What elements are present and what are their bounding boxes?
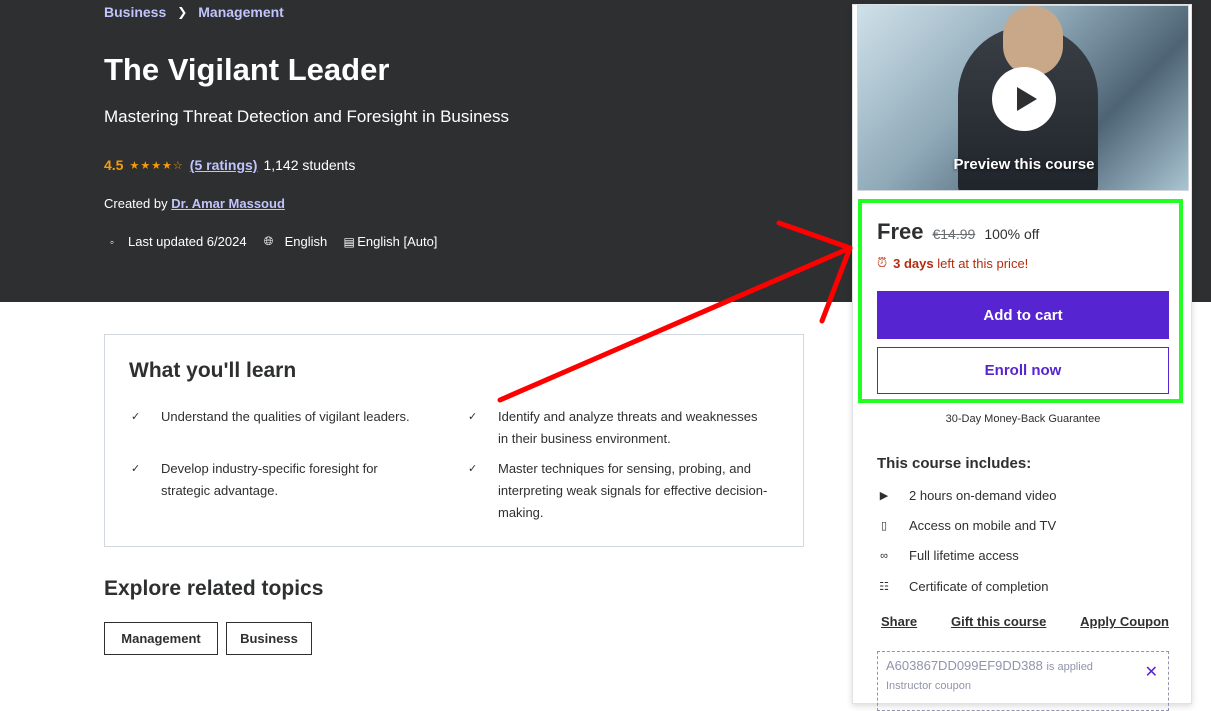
purchase-sidebar: Preview this course Free €14.99 100% off… bbox=[852, 4, 1192, 711]
topic-business-button[interactable]: Business bbox=[226, 622, 312, 655]
course-meta: ◦ Last updated 6/2024 🌐︎ English ▤ Engli… bbox=[104, 234, 438, 249]
discount-timer: ⏰︎ 3 days left at this price! bbox=[877, 255, 1028, 271]
apply-coupon-link[interactable]: Apply Coupon bbox=[1080, 614, 1169, 629]
topic-management-button[interactable]: Management bbox=[104, 622, 218, 655]
alert-badge-icon: ◦ bbox=[109, 234, 115, 249]
learn-item-text: Master techniques for sensing, probing, … bbox=[498, 461, 768, 520]
trophy-icon: ☷ bbox=[879, 581, 889, 593]
preview-label: Preview this course bbox=[953, 156, 1095, 173]
what-youll-learn-box: What you'll learn ✓ Understand the quali… bbox=[104, 334, 804, 547]
include-item: ☷ Certificate of completion bbox=[877, 579, 1048, 594]
course-language: English bbox=[284, 234, 328, 249]
last-updated: Last updated 6/2024 bbox=[128, 234, 247, 249]
coupon-type: Instructor coupon bbox=[886, 680, 971, 692]
instructor-link[interactable]: Dr. Amar Massoud bbox=[171, 196, 285, 211]
money-back-guarantee: 30-Day Money-Back Guarantee bbox=[945, 413, 1101, 425]
learn-item-text: Develop industry-specific foresight for … bbox=[161, 461, 378, 498]
learn-item: ✓ Master techniques for sensing, probing… bbox=[468, 458, 768, 524]
close-icon[interactable]: ✕ bbox=[1145, 662, 1158, 682]
learn-item: ✓ Understand the qualities of vigilant l… bbox=[131, 406, 431, 428]
learn-title: What you'll learn bbox=[129, 359, 297, 382]
discount-percent: 100% off bbox=[984, 226, 1040, 242]
video-icon: ▶ bbox=[879, 490, 889, 502]
rating-row: 4.5 ★★★★☆ (5 ratings) 1,142 students bbox=[104, 157, 355, 173]
include-item-label: 2 hours on-demand video bbox=[909, 488, 1057, 503]
explore-title: Explore related topics bbox=[104, 577, 324, 600]
sidebar-links: Share Gift this course Apply Coupon bbox=[881, 614, 1169, 629]
check-icon: ✓ bbox=[131, 463, 141, 475]
original-price: €14.99 bbox=[932, 226, 976, 242]
mobile-icon: ▯ bbox=[880, 520, 888, 532]
learn-item: ✓ Identify and analyze threats and weakn… bbox=[468, 406, 768, 450]
include-item-label: Access on mobile and TV bbox=[909, 518, 1057, 533]
preview-image-head bbox=[1003, 6, 1063, 76]
alarm-clock-icon: ⏰︎ bbox=[877, 255, 888, 270]
learn-item: ✓ Develop industry-specific foresight fo… bbox=[131, 458, 411, 502]
timer-days: 3 days bbox=[893, 255, 934, 271]
course-preview[interactable]: Preview this course bbox=[857, 5, 1189, 191]
share-link[interactable]: Share bbox=[881, 614, 917, 629]
include-item-label: Certificate of completion bbox=[909, 579, 1049, 594]
check-icon: ✓ bbox=[131, 411, 141, 423]
current-price: Free bbox=[877, 219, 924, 244]
infinity-icon: ∞ bbox=[880, 549, 888, 562]
gift-course-link[interactable]: Gift this course bbox=[951, 614, 1046, 629]
star-rating-icon: ★★★★☆ bbox=[129, 159, 184, 172]
check-icon: ✓ bbox=[468, 411, 478, 423]
applied-coupon: A603867DD099EF9DD388 is applied Instruct… bbox=[877, 651, 1169, 711]
students-count: 1,142 students bbox=[263, 157, 356, 173]
course-captions: English [Auto] bbox=[357, 234, 438, 249]
globe-icon: 🌐︎ bbox=[263, 234, 274, 248]
chevron-right-icon: ❯ bbox=[177, 5, 188, 19]
breadcrumb-management[interactable]: Management bbox=[198, 4, 284, 20]
enroll-now-button[interactable]: Enroll now bbox=[877, 347, 1169, 394]
include-item: ∞ Full lifetime access bbox=[877, 548, 1019, 563]
course-title: The Vigilant Leader bbox=[104, 52, 390, 87]
coupon-code: A603867DD099EF9DD388 is applied bbox=[886, 658, 1093, 673]
timer-text: left at this price! bbox=[937, 255, 1029, 271]
created-by-label: Created by bbox=[104, 196, 168, 211]
breadcrumb: Business ❯ Management bbox=[104, 4, 284, 20]
rating-value: 4.5 bbox=[104, 157, 124, 173]
include-item: ▶ 2 hours on-demand video bbox=[877, 488, 1057, 503]
includes-title: This course includes: bbox=[877, 455, 1032, 472]
learn-item-text: Identify and analyze threats and weaknes… bbox=[498, 409, 758, 446]
breadcrumb-business[interactable]: Business bbox=[104, 4, 166, 20]
ratings-count-link[interactable]: (5 ratings) bbox=[190, 157, 258, 173]
price-row: Free €14.99 100% off bbox=[877, 219, 1039, 245]
course-subtitle: Mastering Threat Detection and Foresight… bbox=[104, 107, 510, 126]
coupon-code-text: A603867DD099EF9DD388 bbox=[886, 658, 1043, 673]
created-by: Created by Dr. Amar Massoud bbox=[104, 196, 285, 211]
coupon-applied-text: is applied bbox=[1046, 661, 1093, 673]
include-item: ▯ Access on mobile and TV bbox=[877, 518, 1056, 533]
play-icon[interactable] bbox=[992, 67, 1056, 131]
captions-icon: ▤ bbox=[343, 234, 355, 249]
include-item-label: Full lifetime access bbox=[909, 548, 1019, 563]
learn-item-text: Understand the qualities of vigilant lea… bbox=[161, 409, 410, 424]
add-to-cart-button[interactable]: Add to cart bbox=[877, 291, 1169, 339]
check-icon: ✓ bbox=[468, 463, 478, 475]
